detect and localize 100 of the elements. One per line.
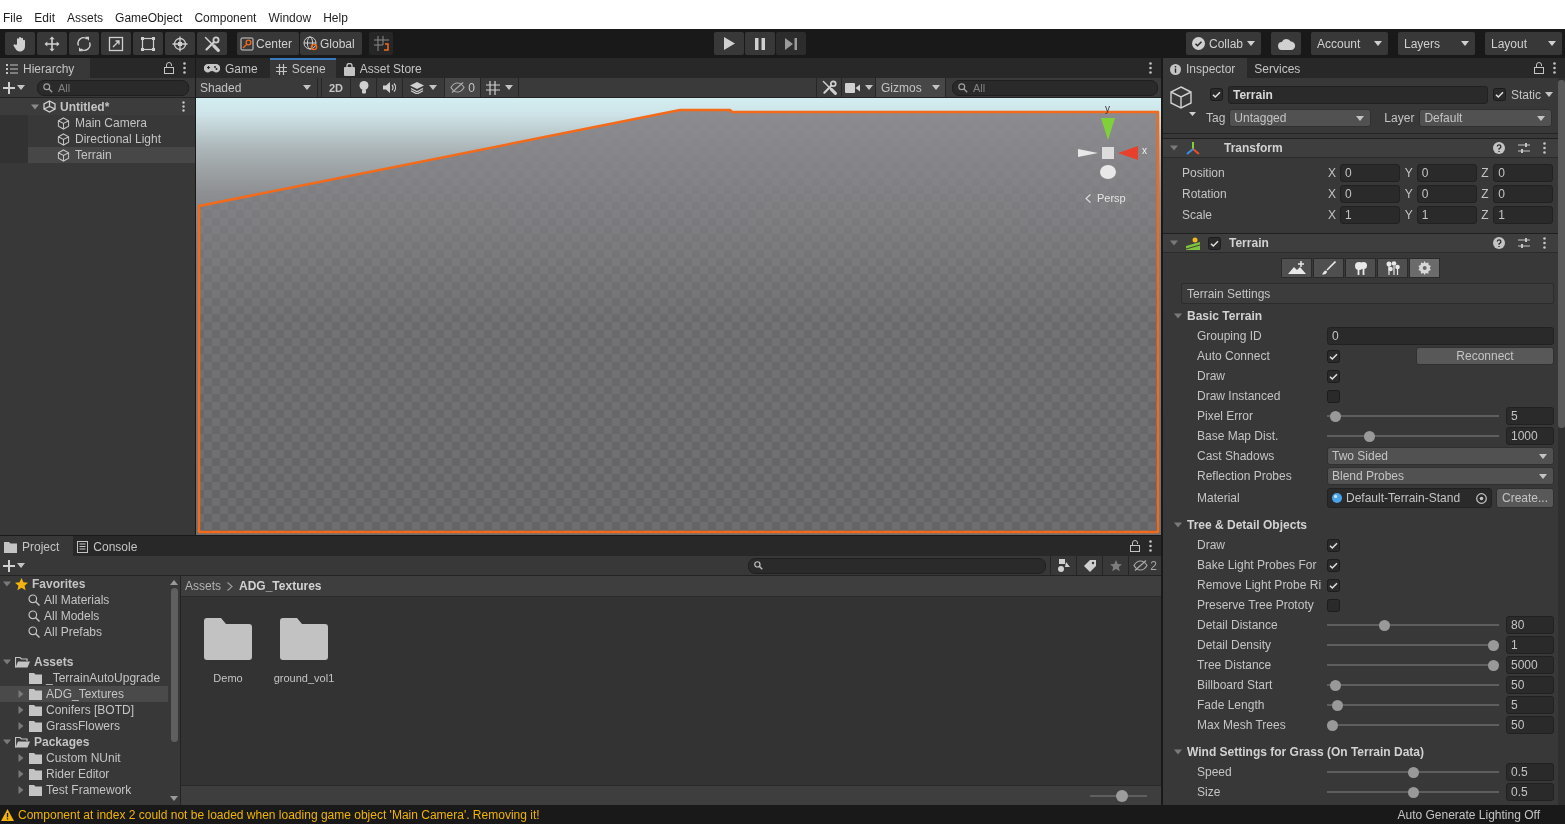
rect-tool-button[interactable] (133, 32, 163, 55)
help-icon[interactable] (1493, 142, 1505, 154)
kebab-menu-icon[interactable] (1543, 142, 1546, 154)
tree-item[interactable]: All Materials (0, 592, 168, 608)
cube-icon[interactable] (1170, 86, 1197, 116)
pivot-button[interactable]: Global (300, 32, 362, 55)
panel-tab[interactable]: Hierarchy (0, 58, 90, 78)
menu-item[interactable]: File (3, 11, 23, 25)
slider-thumb[interactable] (1407, 786, 1419, 798)
checkbox[interactable] (1327, 538, 1340, 552)
reconnect-button[interactable]: Reconnect (1416, 347, 1554, 365)
kebab-menu-icon[interactable] (1149, 62, 1152, 74)
tree-item[interactable]: Custom NUnit (0, 750, 168, 766)
slider-thumb[interactable] (1378, 619, 1390, 631)
name-field[interactable]: Terrain (1228, 85, 1488, 104)
scrollbar[interactable] (1558, 78, 1565, 805)
target-icon[interactable] (1476, 492, 1487, 504)
dropdown[interactable]: Two Sided (1327, 447, 1554, 465)
panel-tab[interactable]: Console (73, 536, 152, 556)
help-icon[interactable] (1493, 237, 1505, 249)
search-field[interactable] (748, 557, 1046, 574)
slider-thumb[interactable] (1488, 659, 1499, 671)
tree-item[interactable]: Test Framework (0, 782, 168, 798)
lock-icon[interactable] (1130, 540, 1140, 552)
number-field[interactable]: 0.5 (1506, 783, 1554, 801)
checkbox[interactable] (1327, 558, 1340, 572)
number-field[interactable]: 5 (1506, 407, 1554, 425)
kebab-menu-icon[interactable] (182, 101, 185, 112)
checkbox[interactable] (1208, 236, 1221, 250)
kebab-menu-icon[interactable] (1543, 237, 1546, 249)
number-field[interactable]: 0 (1416, 163, 1477, 182)
number-field[interactable]: 0 (1493, 184, 1554, 203)
2d-toggle-button[interactable]: 2D (321, 78, 351, 97)
panel-tab[interactable]: Project (0, 536, 74, 556)
lock-icon[interactable] (1534, 62, 1544, 74)
create-button[interactable]: Create... (1496, 488, 1554, 508)
number-field[interactable]: 0 (1416, 184, 1477, 203)
slider-thumb[interactable] (1331, 699, 1343, 711)
object-field[interactable]: Default-Terrain-Stand (1327, 488, 1492, 508)
preset-icon[interactable] (1518, 142, 1530, 154)
menu-item[interactable]: Component (194, 11, 257, 25)
number-field[interactable]: 50 (1506, 716, 1554, 734)
checkbox[interactable] (1327, 598, 1340, 612)
step-button[interactable] (776, 32, 806, 55)
kebab-menu-icon[interactable] (1149, 540, 1152, 552)
panel-tab[interactable]: Services (1247, 58, 1313, 78)
tree-item[interactable]: ADG_Textures (0, 686, 168, 702)
slider-thumb[interactable] (1327, 719, 1338, 731)
pause-button[interactable] (745, 32, 775, 55)
foldout-header[interactable]: Tree & Detail Objects (1163, 515, 1558, 535)
foldout-header[interactable]: Wind Settings for Grass (On Terrain Data) (1163, 742, 1558, 762)
pivot-button[interactable]: Center (237, 32, 299, 55)
grid-snap-button[interactable] (369, 32, 393, 55)
tree-item[interactable]: Packages (0, 734, 168, 750)
expand-arrow-icon[interactable] (1174, 312, 1182, 320)
checkbox[interactable] (1210, 88, 1223, 101)
scroll-down-icon[interactable] (170, 796, 178, 801)
warning-message[interactable]: Component at index 2 could not be loaded when loading game object 'Main Camera'. Removing it! (18, 807, 540, 822)
file-name[interactable]: ground_vol1 (271, 672, 337, 684)
expand-arrow-icon[interactable] (3, 658, 11, 666)
dropdown[interactable]: Blend Probes (1327, 467, 1554, 485)
checkbox[interactable] (1493, 88, 1506, 101)
number-field[interactable]: 1 (1340, 205, 1400, 224)
number-field[interactable]: 5 (1506, 696, 1554, 714)
number-field[interactable]: 1000 (1506, 427, 1554, 445)
terrain-tool-button[interactable] (1345, 258, 1376, 278)
dropdown-button[interactable]: Account (1311, 32, 1388, 55)
collab-button[interactable]: Collab (1186, 32, 1261, 55)
scrollbar-thumb[interactable] (170, 588, 178, 742)
move-tool-button[interactable] (37, 32, 67, 55)
checkbox[interactable] (1327, 349, 1340, 363)
search-field[interactable]: All (37, 79, 189, 96)
static-dropdown[interactable]: Static (1511, 87, 1553, 102)
gizmos-dropdown[interactable]: Gizmos (876, 78, 946, 97)
checkbox[interactable] (1327, 389, 1340, 403)
terrain-tool-button[interactable] (1313, 258, 1344, 278)
kebab-menu-icon[interactable] (1553, 62, 1556, 74)
text-field[interactable]: 0 (1327, 327, 1554, 345)
slider-thumb[interactable] (1330, 410, 1342, 422)
panel-tab[interactable]: Inspector (1163, 58, 1248, 78)
scroll-up-icon[interactable] (170, 580, 178, 585)
expand-arrow-icon[interactable] (3, 738, 11, 746)
terrain-tool-button[interactable] (1377, 258, 1408, 278)
panel-tab[interactable]: Game (198, 58, 268, 78)
breadcrumb-item[interactable]: ADG_Textures (239, 579, 322, 593)
terrain-tool-button[interactable] (1409, 258, 1440, 278)
layer-dropdown[interactable]: Default (1419, 109, 1553, 127)
menu-item[interactable]: Help (323, 11, 348, 25)
tree-item[interactable]: GrassFlowers (0, 718, 168, 734)
number-field[interactable]: 5000 (1506, 656, 1554, 674)
number-field[interactable]: 1 (1416, 205, 1477, 224)
expand-arrow-icon[interactable] (1174, 521, 1182, 529)
play-button[interactable] (714, 32, 744, 55)
dropdown-button[interactable]: Layout (1485, 32, 1562, 55)
menu-item[interactable]: Edit (34, 11, 56, 25)
panel-tab[interactable]: Scene (269, 58, 336, 78)
expand-arrow-icon[interactable] (1170, 239, 1178, 247)
slider-thumb[interactable] (1488, 639, 1499, 651)
slider-thumb[interactable] (1364, 430, 1375, 442)
number-field[interactable]: 0 (1493, 163, 1554, 182)
